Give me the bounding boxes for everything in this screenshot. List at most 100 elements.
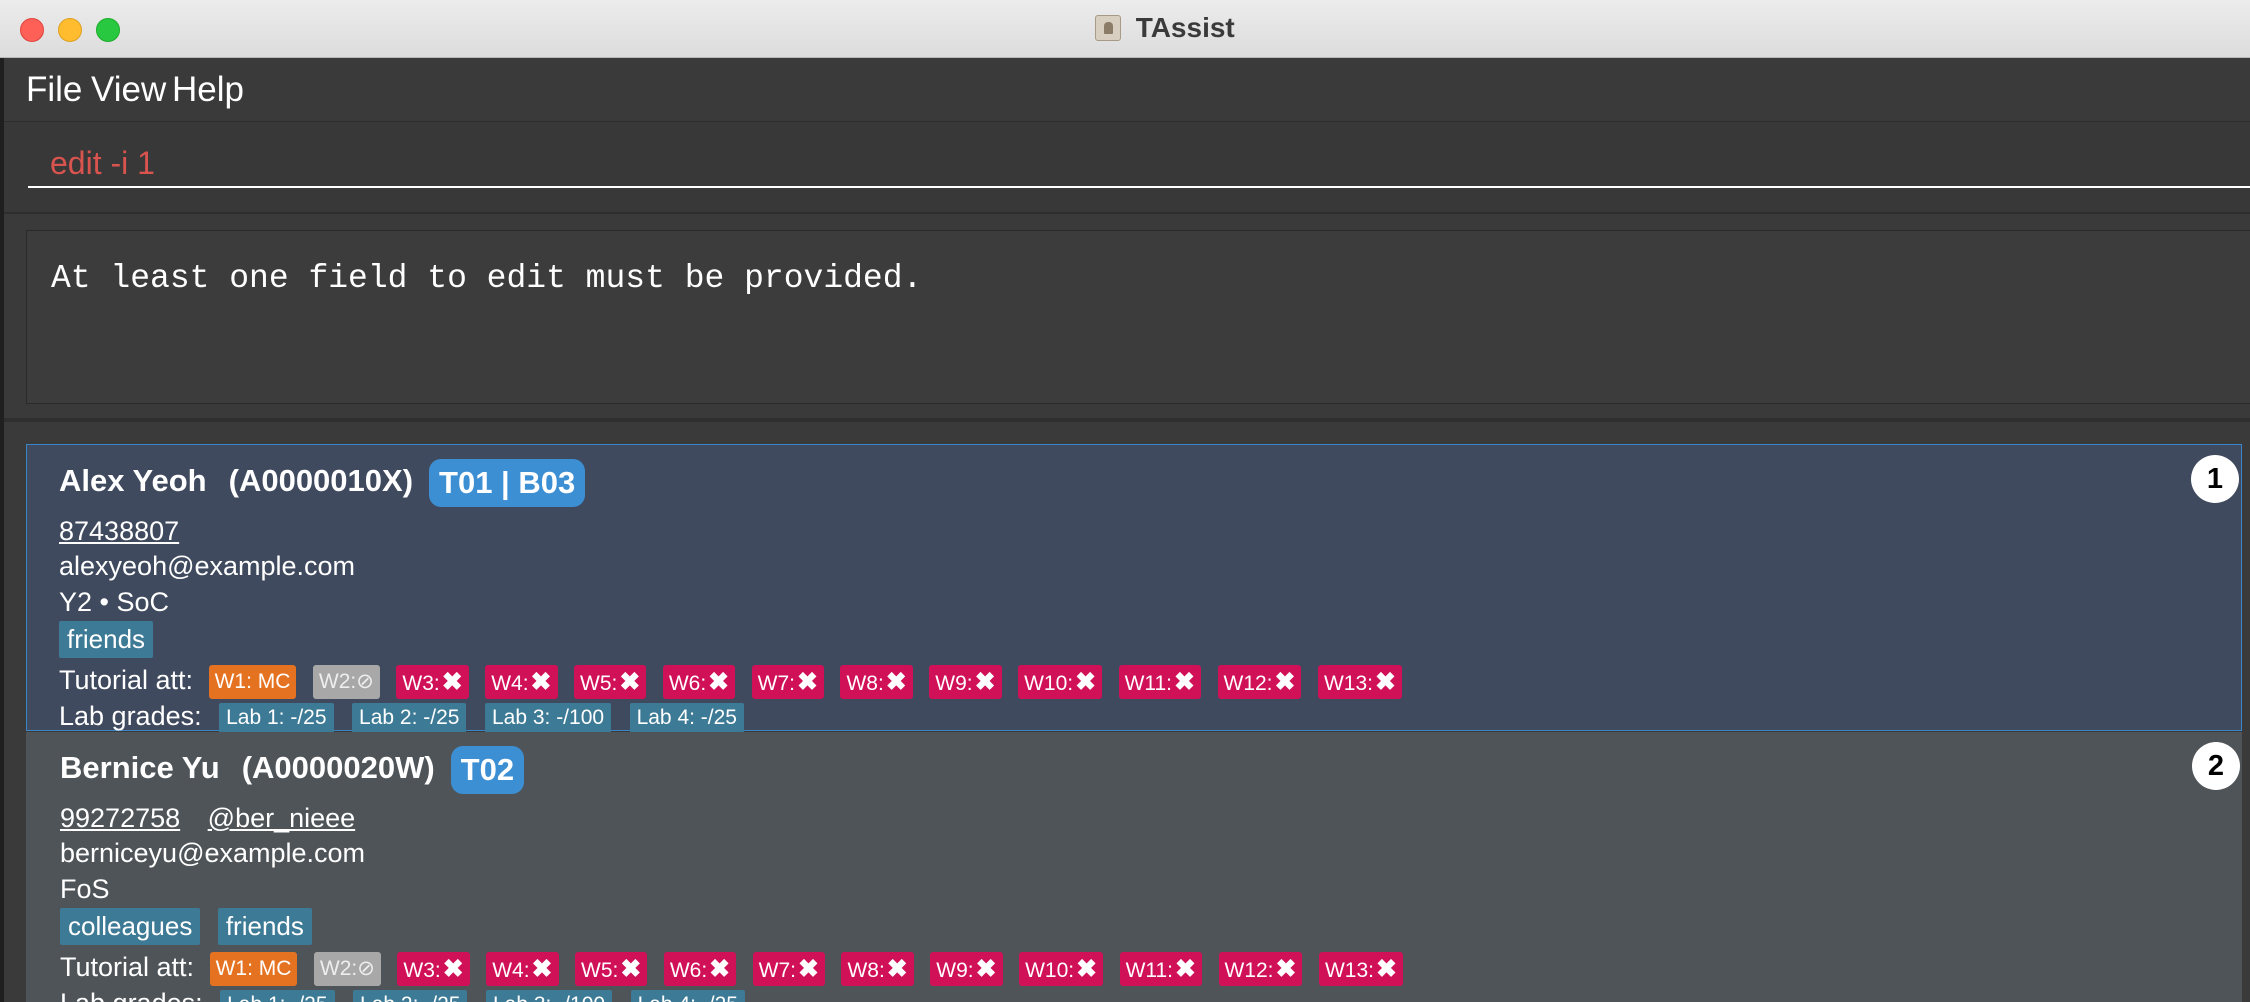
attendance-badge-absent: W3:✖: [397, 952, 470, 986]
tag-badge: colleagues: [60, 908, 201, 945]
title-bar: TAssist: [0, 0, 2250, 58]
tutorial-group-badge: T01 | B03: [429, 459, 586, 507]
list-index-badge: 2: [2192, 742, 2240, 790]
window-title: TAssist: [1135, 12, 1235, 43]
menu-file[interactable]: File: [26, 70, 82, 110]
tags-row: friends: [59, 621, 163, 658]
result-display[interactable]: At least one field to edit must be provi…: [26, 230, 2250, 404]
absent-icon: ✖: [1075, 668, 1097, 696]
absent-icon: ✖: [620, 955, 642, 983]
phone-link[interactable]: 87438807: [59, 516, 179, 546]
app-icon: [1095, 15, 1122, 41]
absent-icon: ✖: [1375, 668, 1396, 696]
absent-icon: ✖: [708, 668, 730, 696]
absent-icon: ✖: [441, 668, 463, 696]
student-email: alexyeoh@example.com: [59, 551, 356, 581]
attendance-badge-absent: W6:✖: [662, 665, 736, 699]
absent-icon: ✖: [1174, 668, 1195, 696]
attendance-badge-absent: W11:✖: [1118, 665, 1201, 699]
attendance-badge-absent: W10:✖: [1018, 665, 1103, 699]
absent-icon: ✖: [709, 955, 731, 983]
tags-row: colleagues friends: [60, 908, 322, 945]
phone-link[interactable]: 99272758: [60, 803, 180, 833]
lab-grades-label: Lab grades:: [59, 701, 202, 731]
absent-icon: ✖: [797, 955, 819, 983]
student-list[interactable]: Alex Yeoh (A0000010X) T01 | B03 1 87438807…: [4, 418, 2250, 1002]
attendance-badge-absent: W7:✖: [751, 665, 824, 699]
attendance-badge-absent: W13:✖: [1317, 665, 1402, 699]
attendance-badge-absent: W10:✖: [1019, 952, 1104, 986]
absent-icon: ✖: [1274, 668, 1296, 696]
attendance-badge-absent: W12:✖: [1217, 665, 1302, 699]
attendance-badge-absent: W4:✖: [486, 952, 559, 986]
attendance-badge-absent: W13:✖: [1318, 952, 1403, 986]
lab-grade-badge: Lab 1: -/25: [220, 989, 335, 1002]
lab-grade-badge: Lab 4: -/25: [629, 702, 744, 733]
attendance-badge-mc: W1: MC: [208, 665, 297, 699]
command-box: [4, 122, 2250, 212]
lab-grades-row: Lab grades: Lab 1: -/25 Lab 2: -/25 Lab …: [60, 988, 756, 1002]
student-card[interactable]: Alex Yeoh (A0000010X) T01 | B03 1 87438807…: [26, 444, 2242, 733]
lab-grade-badge: Lab 3: -/100: [485, 989, 613, 1002]
result-display-area: At least one field to edit must be provi…: [4, 212, 2250, 418]
attendance-badge-absent: W9:✖: [930, 952, 1003, 986]
absent-icon: ✖: [796, 668, 818, 696]
absent-icon: ✖: [1275, 955, 1297, 983]
lab-grade-badge: Lab 3: -/100: [484, 702, 612, 733]
year-faculty: Y2 • SoC: [59, 587, 170, 617]
attendance-badge-excused: W2:⊘: [313, 952, 381, 986]
absent-icon: ✖: [442, 955, 464, 983]
attendance-badge-absent: W12:✖: [1218, 952, 1303, 986]
attendance-badge-absent: W6:✖: [663, 952, 737, 986]
absent-icon: ✖: [886, 955, 908, 983]
attendance-badge-absent: W8:✖: [841, 952, 914, 986]
student-id: (A0000010X): [228, 463, 414, 499]
student-name-row: Bernice Yu (A0000020W) T02: [60, 746, 525, 794]
lab-grades-label: Lab grades:: [60, 988, 203, 1002]
student-name: Bernice Yu: [60, 750, 220, 786]
attendance-badge-absent: W11:✖: [1119, 952, 1202, 986]
attendance-badge-absent: W5:✖: [575, 952, 648, 986]
attendance-badge-absent: W8:✖: [840, 665, 913, 699]
list-index-badge: 1: [2191, 455, 2239, 503]
command-input[interactable]: [28, 140, 2250, 188]
absent-icon: ✖: [531, 955, 553, 983]
excused-icon: ⊘: [356, 670, 374, 693]
excused-icon: ⊘: [357, 957, 375, 980]
tutorial-group-badge: T02: [450, 746, 525, 794]
year-faculty: FoS: [60, 874, 110, 904]
lab-grade-badge: Lab 2: -/25: [353, 989, 468, 1002]
absent-icon: ✖: [530, 668, 552, 696]
lab-grade-badge: Lab 2: -/25: [352, 702, 467, 733]
absent-icon: ✖: [1376, 955, 1397, 983]
student-card[interactable]: Bernice Yu (A0000020W) T02 2 99272758 @ber…: [26, 732, 2242, 1002]
absent-icon: ✖: [975, 955, 997, 983]
contact-row: 99272758 @ber_nieee: [60, 803, 355, 834]
absent-icon: ✖: [974, 668, 996, 696]
attendance-badge-absent: W3:✖: [396, 665, 469, 699]
telegram-link[interactable]: @ber_nieee: [208, 803, 356, 833]
menu-bar: File View Help: [4, 58, 2250, 122]
attendance-badge-absent: W5:✖: [574, 665, 647, 699]
attendance-row: Tutorial att: W1: MC W2:⊘ W3:✖ W4:✖ W5:✖…: [59, 665, 1411, 699]
student-id: (A0000020W): [241, 750, 435, 786]
lab-grades-row: Lab grades: Lab 1: -/25 Lab 2: -/25 Lab …: [59, 701, 755, 733]
lab-grade-badge: Lab 4: -/25: [630, 989, 745, 1002]
absent-icon: ✖: [885, 668, 907, 696]
attendance-badge-absent: W9:✖: [929, 665, 1002, 699]
absent-icon: ✖: [1175, 955, 1196, 983]
student-name: Alex Yeoh: [59, 463, 207, 499]
attendance-label: Tutorial att:: [59, 665, 194, 696]
attendance-badge-mc: W1: MC: [209, 952, 298, 986]
menu-view[interactable]: View: [91, 70, 166, 110]
attendance-badge-excused: W2:⊘: [312, 665, 380, 699]
student-email: berniceyu@example.com: [60, 838, 366, 868]
menu-help[interactable]: Help: [172, 70, 244, 110]
absent-icon: ✖: [1076, 955, 1098, 983]
window-title-group: TAssist: [0, 12, 2250, 44]
attendance-label: Tutorial att:: [60, 952, 195, 983]
attendance-badge-absent: W7:✖: [752, 952, 825, 986]
lab-grade-badge: Lab 1: -/25: [219, 702, 334, 733]
tag-badge: friends: [59, 621, 154, 658]
attendance-badge-absent: W4:✖: [485, 665, 558, 699]
